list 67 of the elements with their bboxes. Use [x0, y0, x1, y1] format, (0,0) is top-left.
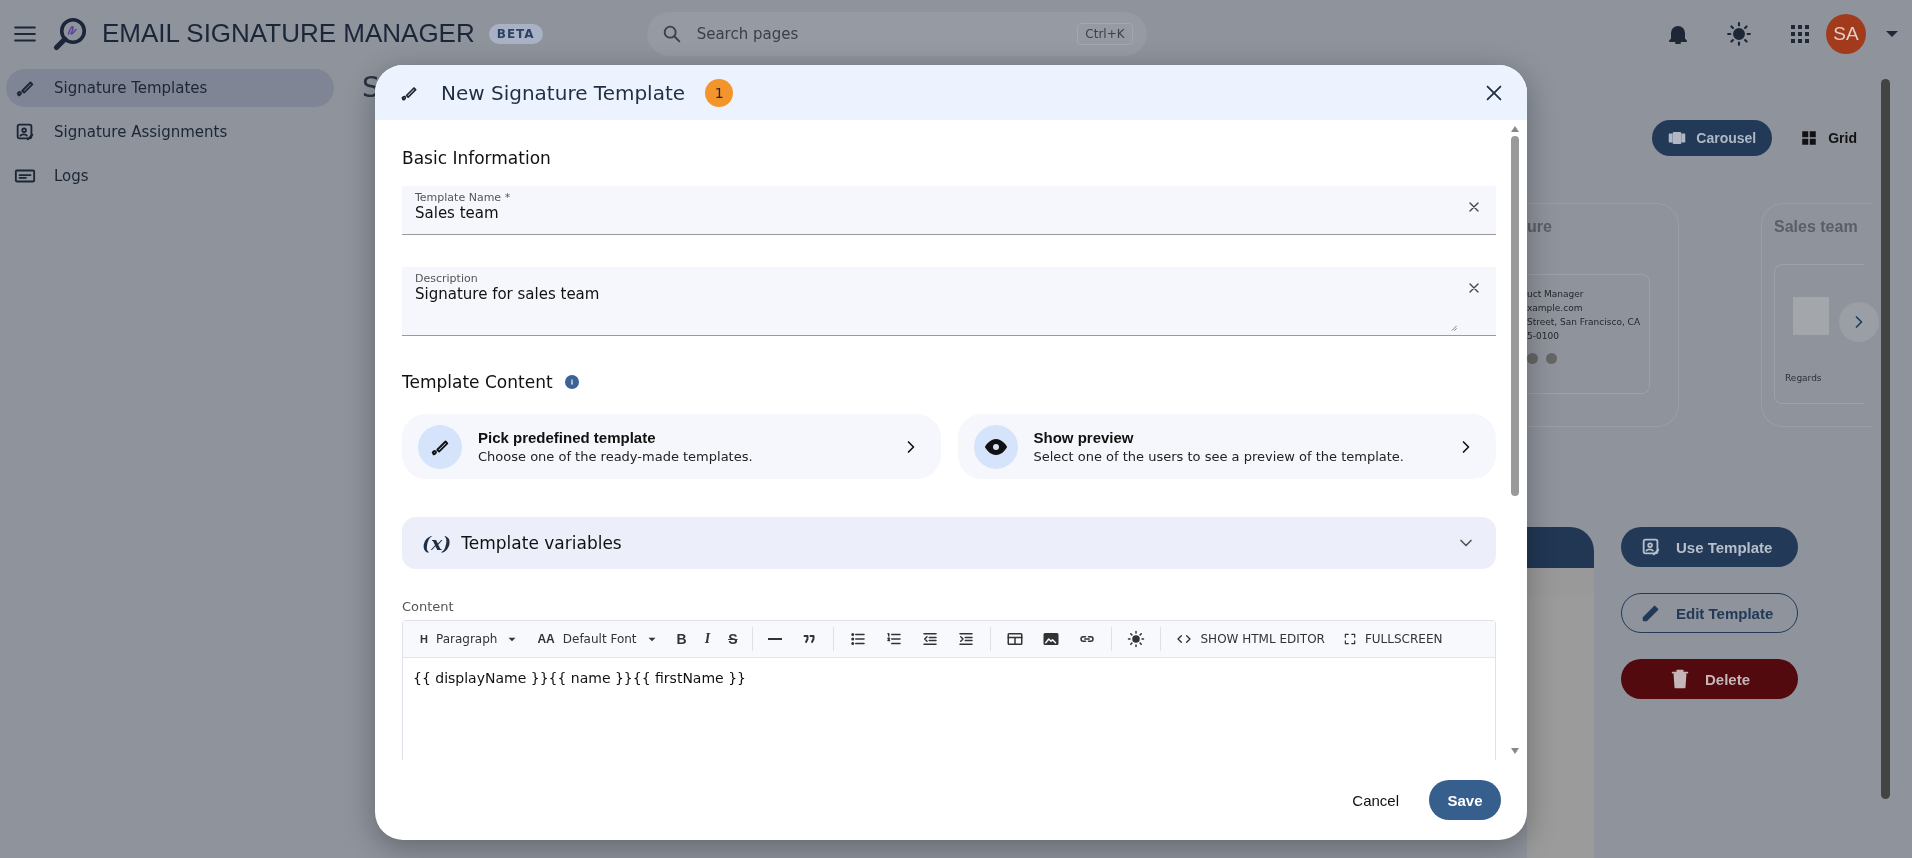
- font-dropdown[interactable]: AA Default Font: [530, 625, 666, 653]
- view-toggle-tab[interactable]: Grid: [1784, 120, 1873, 156]
- fullscreen-icon: [1342, 632, 1357, 646]
- scroll-up-icon[interactable]: [1511, 126, 1519, 132]
- beta-badge: BETA: [488, 23, 543, 44]
- html-editor-button[interactable]: SHOW HTML EDITOR: [1169, 625, 1332, 653]
- web-icon: [1546, 353, 1557, 364]
- bold-button[interactable]: B: [669, 625, 694, 653]
- field-label: Template Name *: [415, 191, 512, 204]
- section-heading: Basic Information: [402, 148, 552, 168]
- dialog-title: New Signature Template: [441, 80, 686, 105]
- field-value: Sales team: [415, 204, 500, 222]
- section-heading: Template Content: [402, 372, 553, 392]
- app-title: EMAIL SIGNATURE MANAGER: [102, 18, 475, 49]
- image-icon: [1042, 630, 1061, 648]
- magnifier-logo-icon: [52, 15, 88, 52]
- caret-icon[interactable]: [1886, 30, 1898, 37]
- signature-line: Regards: [1785, 373, 1823, 383]
- option-card[interactable]: Pick predefined template Choose one of the ready-made templates.: [402, 414, 941, 479]
- social-icon: [1527, 353, 1538, 364]
- strike-button[interactable]: S: [721, 625, 745, 653]
- signature-line: uct Manager: [1527, 289, 1585, 299]
- variables-accordion[interactable]: (x) Template variables: [402, 517, 1496, 569]
- use-template-button[interactable]: Use Template: [1621, 527, 1798, 567]
- table-icon: [1006, 630, 1025, 648]
- edit-document-icon: [14, 121, 36, 143]
- cancel-button[interactable]: Cancel: [1344, 783, 1407, 817]
- signature-line: Street, San Francisco, CA: [1527, 317, 1642, 327]
- editor-content: {{ displayName }}{{ name }}{{ firstName }}: [412, 669, 747, 688]
- field-label: Description: [415, 272, 479, 285]
- user-avatar[interactable]: SA: [1826, 13, 1866, 54]
- italic-button[interactable]: I: [697, 625, 718, 653]
- step-badge: 1: [705, 78, 734, 107]
- sun-icon: [1726, 20, 1752, 47]
- rich-text-editor[interactable]: H Paragraph AA Default Font B I S SHOW HTML EDITOR FULLSCREEN {{ displayName }}{{ name }}{{ firstName }}: [402, 620, 1496, 760]
- horizontal-rule-icon: [768, 638, 783, 640]
- fullscreen-button[interactable]: FULLSCREEN: [1335, 625, 1450, 653]
- scroll-down-icon[interactable]: [1511, 748, 1519, 754]
- option-description: Choose one of the ready-made templates.: [478, 449, 754, 464]
- delete-template-button[interactable]: Delete: [1621, 659, 1798, 699]
- scrollbar[interactable]: [1881, 79, 1890, 799]
- field-value: Signature for sales team: [415, 285, 601, 303]
- option-description: Select one of the users to see a preview of the template.: [1033, 449, 1405, 464]
- block-format-dropdown[interactable]: H Paragraph: [413, 625, 527, 653]
- field-label: Content: [402, 599, 455, 614]
- sidebar-item[interactable]: Signature Templates: [6, 69, 334, 107]
- text-field[interactable]: Description Signature for sales team: [402, 267, 1496, 336]
- scroll-thumb[interactable]: [1511, 136, 1519, 496]
- carousel-icon: [1668, 129, 1687, 147]
- signature-line: 5-0100: [1527, 331, 1560, 341]
- outdent-icon: [921, 630, 940, 648]
- view-toggle-tab[interactable]: Carousel: [1652, 120, 1773, 156]
- grid-icon: [1800, 129, 1819, 147]
- brightness-icon: [1127, 630, 1146, 648]
- indent-icon: [957, 630, 976, 648]
- option-title: Pick predefined template: [478, 429, 657, 446]
- sidebar-item[interactable]: Logs: [6, 157, 334, 195]
- signature-line: xample.com: [1527, 303, 1584, 313]
- bullet-list-icon: [849, 630, 868, 648]
- trash-icon: [1669, 668, 1691, 690]
- save-button[interactable]: Save: [1429, 780, 1501, 820]
- option-card[interactable]: Show preview Select one of the users to see a preview of the template.: [957, 414, 1496, 479]
- sidebar-item[interactable]: Signature Assignments: [6, 113, 334, 151]
- shortcut-hint: Ctrl+K: [1077, 22, 1133, 45]
- person-edit-icon: [1640, 536, 1662, 558]
- option-title: Show preview: [1033, 429, 1135, 446]
- text-field[interactable]: Template Name * Sales team: [402, 186, 1496, 235]
